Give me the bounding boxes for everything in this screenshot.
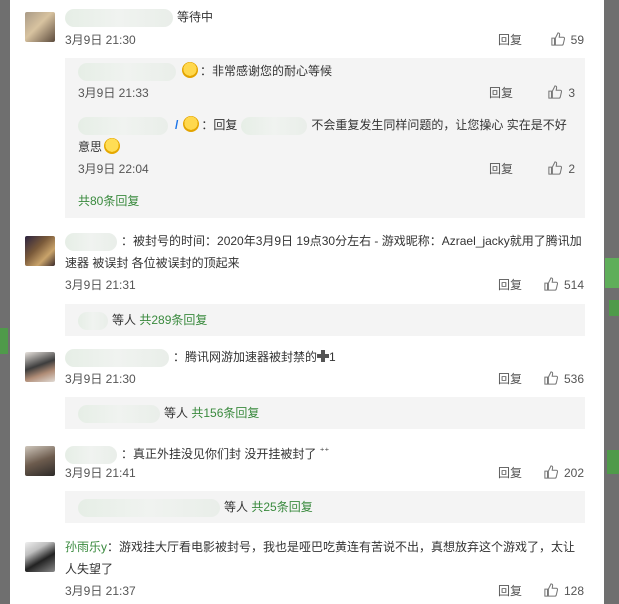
view-more-replies-link[interactable]: 共25条回复 — [251, 500, 312, 514]
smile-emoji-icon — [182, 62, 198, 78]
view-more-replies-link[interactable]: 共80条回复 — [78, 194, 139, 208]
comment-meta: 3月9日 21:30 回复 59 — [65, 30, 584, 50]
more-replies: 共80条回复 — [78, 190, 575, 212]
reply-summary: 等人 共289条回复 — [65, 304, 585, 336]
avatar[interactable] — [25, 352, 55, 382]
like-button[interactable]: 202 — [528, 463, 584, 483]
backdrop-decoration — [607, 450, 619, 474]
reply-summary: 等人 共25条回复 — [65, 491, 585, 523]
comment-text: ：真正外挂没见你们封 没开挂被封了 ⁺⁺ — [65, 440, 584, 465]
like-count: 514 — [563, 278, 584, 292]
backdrop-decoration — [0, 328, 8, 354]
timestamp: 3月9日 21:31 — [65, 278, 136, 292]
timestamp: 3月9日 21:41 — [65, 466, 136, 480]
smile-emoji-icon — [183, 116, 200, 132]
like-button[interactable]: 514 — [528, 275, 584, 295]
redacted-username[interactable] — [65, 8, 173, 27]
comment-meta: 3月9日 21:37 回复 128 — [65, 581, 584, 601]
comment-text: ：腾讯网游加速器被封禁的 1 — [65, 346, 584, 368]
avatar[interactable] — [25, 12, 55, 42]
reply-button[interactable]: 回复 — [498, 369, 522, 389]
redacted-username[interactable] — [241, 116, 308, 135]
timestamp: 3月9日 21:33 — [78, 86, 149, 100]
reply-meta: 3月9日 22:04 回复 2 — [78, 159, 575, 179]
reply-summary-text: 等人 共289条回复 — [78, 309, 575, 331]
timestamp: 3月9日 21:30 — [65, 372, 136, 386]
timestamp: 3月9日 22:04 — [78, 162, 149, 176]
thumbs-up-icon — [544, 583, 558, 597]
reply-button[interactable]: 回复 — [498, 581, 522, 601]
thumbs-up-icon — [548, 85, 563, 99]
reply-text-continued: 意思 — [78, 136, 575, 158]
comment-list: 等待中 3月9日 21:30 回复 59 ：非常感谢您的耐心等候 3月9日 21… — [10, 0, 604, 604]
reply-button[interactable]: 回复 — [489, 83, 513, 103]
like-count: 536 — [563, 372, 584, 386]
comment-meta: 3月9日 21:31 回复 514 — [65, 275, 584, 295]
timestamp: 3月9日 21:37 — [65, 584, 136, 598]
timestamp: 3月9日 21:30 — [65, 33, 136, 47]
redacted-username[interactable] — [78, 62, 176, 81]
reply-summary: 等人 共156条回复 — [65, 397, 585, 429]
like-button[interactable]: 536 — [528, 369, 584, 389]
like-count: 59 — [570, 33, 584, 47]
like-button[interactable]: 3 — [519, 83, 575, 103]
like-button[interactable]: 2 — [519, 159, 575, 179]
redacted-username[interactable] — [65, 348, 169, 367]
crying-emoji-icon — [104, 138, 121, 154]
reply-summary-text: 等人 共25条回复 — [78, 496, 575, 518]
like-button[interactable]: 59 — [528, 30, 584, 50]
thumbs-up-icon — [544, 371, 558, 385]
reply-button[interactable]: 回复 — [498, 30, 522, 50]
avatar[interactable] — [25, 446, 55, 476]
comment-text-continued: 速器 被误封 各位被误封的顶起来 — [65, 256, 240, 270]
redacted-username[interactable] — [65, 232, 117, 251]
like-count: 2 — [568, 162, 575, 176]
reply-meta: 3月9日 21:33 回复 3 — [78, 83, 575, 103]
redacted-username[interactable] — [78, 404, 160, 423]
reply-box: ：非常感谢您的耐心等候 3月9日 21:33 回复 3 /：回复 不会重复发生同样… — [65, 58, 585, 218]
like-count: 128 — [563, 584, 584, 598]
backdrop-decoration — [605, 258, 619, 288]
reply-button[interactable]: 回复 — [498, 275, 522, 295]
thumbs-up-icon — [548, 161, 563, 175]
avatar[interactable] — [25, 236, 55, 266]
comment-text: 等待中 — [65, 6, 584, 28]
reply-summary-text: 等人 共156条回复 — [78, 402, 575, 424]
backdrop-decoration — [609, 300, 619, 316]
reply-button[interactable]: 回复 — [489, 159, 513, 179]
thumbs-up-icon — [544, 465, 558, 479]
avatar[interactable] — [25, 542, 55, 572]
reply-button[interactable]: 回复 — [498, 463, 522, 483]
like-button[interactable]: 128 — [528, 581, 584, 601]
username-link[interactable]: 孙雨乐y — [65, 540, 107, 554]
comment-meta: 3月9日 21:30 回复 536 — [65, 369, 584, 389]
comment-text-continued: 人失望了 — [65, 562, 114, 576]
redacted-username[interactable] — [78, 311, 108, 330]
view-more-replies-link[interactable]: 共156条回复 — [191, 406, 259, 420]
reply-text: / ：回复 不会重复发生同样问题的，让您操心 实在是不好 — [78, 114, 575, 136]
redacted-username[interactable] — [78, 498, 220, 517]
redacted-username[interactable] — [78, 116, 168, 135]
comment-text: ：被封号的时间：2020年3月9日 19点30分左右 - 游戏昵称：Azrael… — [65, 230, 584, 252]
thumbs-up-icon — [550, 32, 565, 46]
view-more-replies-link[interactable]: 共289条回复 — [139, 313, 207, 327]
like-count: 202 — [563, 466, 584, 480]
like-count: 3 — [568, 86, 575, 100]
comment-text: 孙雨乐y：游戏挂大厅看电影被封号，我也是哑巴吃黄连有苦说不出，真想放弃这个游戏了… — [65, 540, 576, 554]
reply-text: ：非常感谢您的耐心等候 — [78, 60, 575, 82]
plus-icon — [317, 350, 330, 362]
redacted-username[interactable] — [65, 445, 117, 464]
comment-meta: 3月9日 21:41 回复 202 — [65, 463, 584, 483]
thumbs-up-icon — [544, 277, 558, 291]
